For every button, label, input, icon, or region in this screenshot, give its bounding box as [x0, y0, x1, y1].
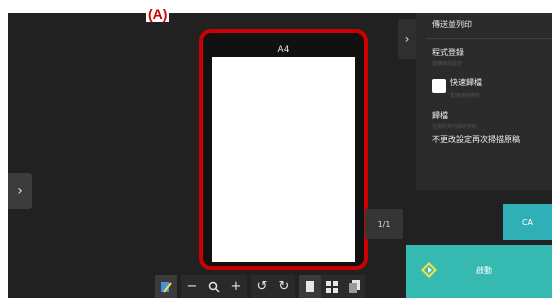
quick-file-label[interactable]: 快速歸檔 — [450, 77, 482, 88]
program-register-sub: 登錄目前設定 — [432, 61, 463, 67]
single-page-icon — [306, 281, 314, 292]
zoom-out-button[interactable]: − — [181, 275, 203, 298]
ca-button[interactable]: CA — [503, 204, 552, 240]
preview-screen: › A4 1/1 › 傳送並列印 程式登錄 登錄目前設定 快速歸檔 暫時儲存資料… — [8, 13, 552, 298]
quick-file-sub: 暫時儲存資料 — [450, 93, 481, 99]
page-counter: 1/1 — [365, 209, 403, 239]
file-item[interactable]: 歸檔 — [432, 110, 448, 121]
quick-file-checkbox[interactable] — [432, 79, 446, 93]
send-print-item[interactable]: 傳送並列印 — [432, 19, 472, 30]
rotate-left-button[interactable]: ↺ — [251, 275, 273, 298]
divider — [426, 38, 552, 39]
start-label: 啟動 — [476, 266, 492, 275]
rotate-left-icon: ↺ — [256, 279, 268, 294]
left-panel-toggle[interactable]: › — [8, 173, 32, 209]
program-register-item[interactable]: 程式登錄 — [432, 47, 464, 58]
chevron-right-icon: › — [404, 32, 410, 46]
rotate-right-button[interactable]: ↻ — [273, 275, 295, 298]
edit-button[interactable] — [155, 275, 177, 298]
edit-icon — [161, 281, 172, 293]
copy-pages-icon — [348, 280, 360, 293]
thumbnail-grid-icon — [326, 280, 338, 293]
file-sub: 在資料夾內儲存資料 — [432, 124, 478, 130]
preview-toolbar: − + ↺ ↻ — [155, 275, 365, 298]
zoom-in-button[interactable]: + — [225, 275, 247, 298]
preview-frame: A4 — [199, 29, 368, 270]
copy-pages-button[interactable] — [343, 275, 365, 298]
zoom-out-icon: − — [186, 279, 198, 294]
rescan-item[interactable]: 不更改設定再次掃描原稿 — [432, 134, 520, 145]
start-button[interactable]: 啟動 — [406, 245, 552, 298]
paper-size-label: A4 — [277, 45, 290, 55]
action-panel: 傳送並列印 程式登錄 登錄目前設定 快速歸檔 暫時儲存資料 歸檔 在資料夾內儲存… — [416, 13, 552, 190]
magnifier-button[interactable] — [203, 275, 225, 298]
magnifier-icon — [208, 281, 220, 293]
zoom-in-icon: + — [230, 279, 242, 294]
preview-page[interactable] — [212, 57, 355, 262]
callout-label: (A) — [146, 6, 170, 22]
rotate-right-icon: ↻ — [278, 279, 290, 294]
single-page-button[interactable] — [299, 275, 321, 298]
start-icon — [421, 262, 437, 278]
right-panel-toggle[interactable]: › — [398, 19, 416, 59]
chevron-right-icon: › — [17, 183, 23, 199]
thumbnail-grid-button[interactable] — [321, 275, 343, 298]
